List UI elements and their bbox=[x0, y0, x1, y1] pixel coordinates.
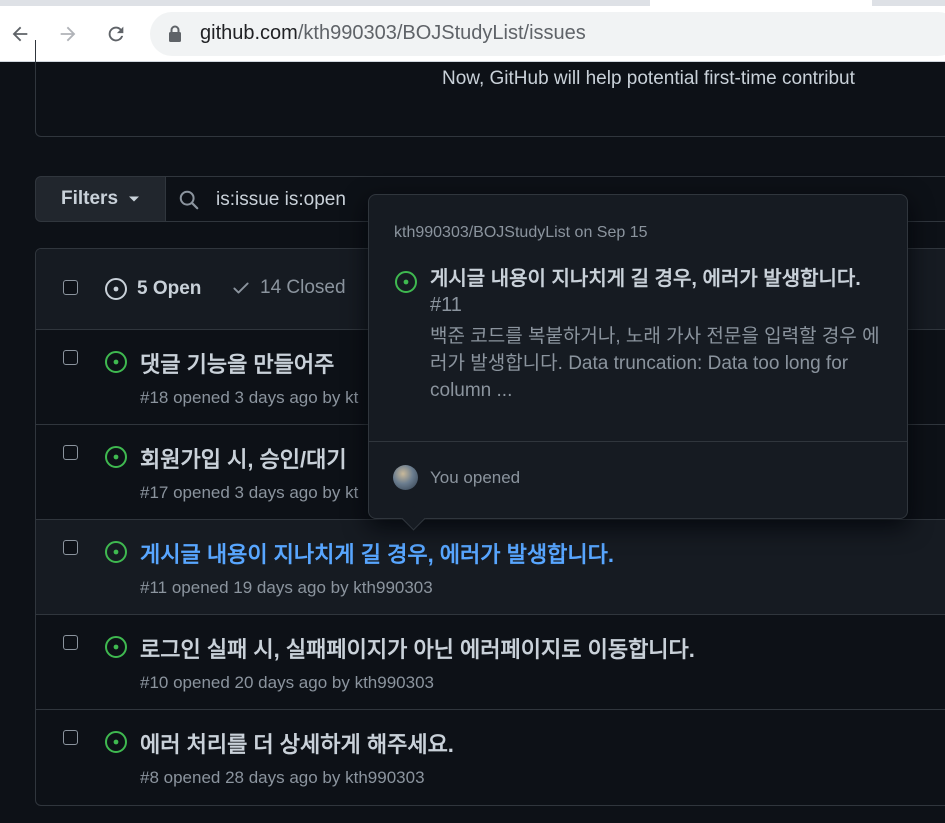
issue-open-icon bbox=[105, 278, 127, 300]
issue-title-link[interactable]: 게시글 내용이 지나치게 길 경우, 에러가 발생합니다. bbox=[140, 537, 614, 569]
select-all-checkbox[interactable] bbox=[63, 280, 78, 295]
issue-open-icon bbox=[105, 636, 127, 658]
avatar bbox=[393, 465, 418, 490]
caret-down-icon bbox=[129, 196, 140, 202]
issue-title-link[interactable]: 회원가입 시, 승인/대기 bbox=[140, 442, 347, 474]
hovercard-divider bbox=[369, 441, 907, 442]
filters-button[interactable]: Filters bbox=[35, 176, 166, 222]
issue-meta: #8 opened 28 days ago by kth990303 bbox=[140, 768, 425, 787]
issue-title-link[interactable]: 댓글 기능을 만들어주 bbox=[140, 347, 334, 379]
open-issues-tab[interactable]: 5 Open bbox=[104, 277, 201, 301]
issue-open-icon bbox=[105, 351, 127, 373]
issue-open-icon bbox=[105, 731, 127, 753]
search-icon bbox=[179, 190, 199, 210]
issue-meta: #18 opened 3 days ago by kt bbox=[140, 388, 359, 407]
issue-hovercard[interactable]: kth990303/BOJStudyList on Sep 15 게시글 내용이… bbox=[368, 194, 908, 531]
issue-meta: #10 opened 20 days ago by kth990303 bbox=[140, 673, 434, 692]
issue-checkbox[interactable] bbox=[63, 445, 78, 460]
issue-open-icon bbox=[395, 271, 417, 293]
check-icon bbox=[233, 282, 249, 294]
tab-strip bbox=[0, 0, 945, 6]
hovercard-body: 백준 코드를 복붙하거나, 노래 가사 전문을 입력할 경우 에러가 발생합니다… bbox=[430, 326, 880, 401]
closed-count-label: 14 Closed bbox=[260, 277, 346, 298]
issue-meta: #17 opened 3 days ago by kt bbox=[140, 483, 359, 502]
issue-checkbox[interactable] bbox=[63, 635, 78, 650]
banner-text: Now, GitHub will help potential first-ti… bbox=[442, 68, 855, 89]
open-count-label: 5 Open bbox=[137, 278, 202, 299]
issue-row[interactable]: 게시글 내용이 지나치게 길 경우, 에러가 발생합니다. #11 opened… bbox=[36, 520, 945, 615]
hovercard-issue-number: #11 bbox=[430, 294, 462, 316]
active-tab[interactable] bbox=[650, 0, 872, 6]
issue-row[interactable]: 에러 처리를 더 상세하게 해주세요. #8 opened 28 days ag… bbox=[36, 710, 945, 805]
closed-issues-tab[interactable]: 14 Closed bbox=[231, 277, 346, 299]
issue-checkbox[interactable] bbox=[63, 730, 78, 745]
hovercard-title-link[interactable]: 게시글 내용이 지나치게 길 경우, 에러가 발생합니다. #11 bbox=[430, 266, 880, 318]
issue-title-link[interactable]: 에러 처리를 더 상세하게 해주세요. bbox=[140, 727, 454, 759]
issue-row[interactable]: 로그인 실패 시, 실패페이지가 아닌 에러페이지로 이동합니다. #10 op… bbox=[36, 615, 945, 710]
issue-checkbox[interactable] bbox=[63, 350, 78, 365]
hovercard-footer: You opened bbox=[430, 468, 521, 487]
back-button[interactable] bbox=[4, 18, 36, 50]
issue-open-icon bbox=[105, 541, 127, 563]
issue-open-icon bbox=[105, 446, 127, 468]
issue-meta: #11 opened 19 days ago by kth990303 bbox=[140, 578, 433, 597]
hovercard-repo-line: kth990303/BOJStudyList on Sep 15 bbox=[394, 224, 648, 241]
filters-label: Filters bbox=[61, 188, 119, 209]
issue-title-link[interactable]: 로그인 실패 시, 실패페이지가 아닌 에러페이지로 이동합니다. bbox=[140, 632, 695, 664]
issue-checkbox[interactable] bbox=[63, 540, 78, 555]
arrow-left-icon bbox=[12, 26, 28, 42]
